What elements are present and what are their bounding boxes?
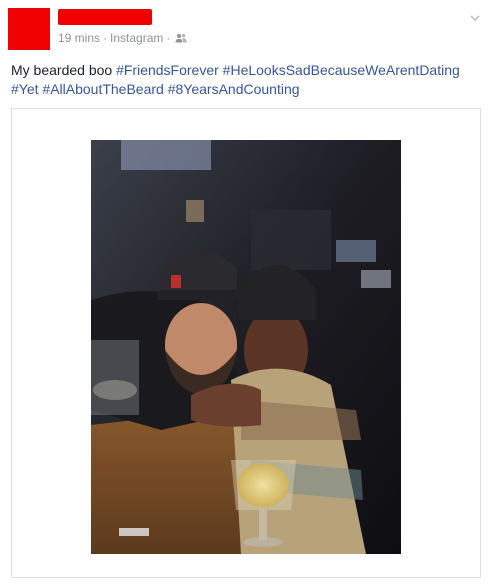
hashtag-link[interactable]: #HeLooksSadBecauseWeArentDating: [223, 62, 460, 78]
hashtag-link[interactable]: #AllAboutTheBeard: [42, 81, 163, 97]
chevron-down-icon[interactable]: [469, 12, 481, 24]
feed-post: 19 mins · Instagram · My bearded boo #Fr…: [0, 0, 491, 584]
author-avatar-redacted[interactable]: [8, 8, 50, 50]
hashtag-link[interactable]: #8YearsAndCounting: [168, 81, 300, 97]
post-message: My bearded boo #FriendsForever #HeLooksS…: [11, 61, 481, 99]
meta-separator: ·: [166, 31, 171, 45]
friends-icon[interactable]: [175, 33, 187, 43]
post-photo[interactable]: [91, 140, 401, 554]
post-media-container: [11, 108, 481, 578]
post-meta: 19 mins · Instagram ·: [58, 31, 187, 45]
hashtag-link[interactable]: #Yet: [11, 81, 39, 97]
author-name-redacted[interactable]: [58, 9, 152, 25]
post-message-text: My bearded boo: [11, 62, 117, 78]
post-source: Instagram: [110, 31, 164, 45]
post-timestamp[interactable]: 19 mins: [58, 31, 100, 45]
meta-separator: ·: [103, 31, 108, 45]
hashtag-link[interactable]: #FriendsForever: [116, 62, 219, 78]
